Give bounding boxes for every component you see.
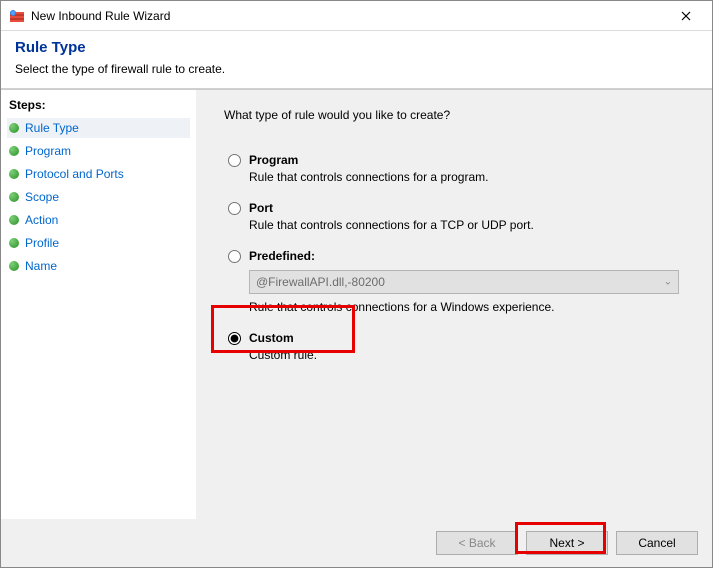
step-bullet-icon — [9, 238, 19, 248]
chevron-down-icon: ⌄ — [664, 277, 672, 288]
step-label: Rule Type — [25, 121, 79, 135]
option-title: Program — [249, 152, 688, 168]
step-bullet-icon — [9, 215, 19, 225]
titlebar: New Inbound Rule Wizard — [1, 1, 712, 31]
wizard-body: Steps: Rule Type Program Protocol and Po… — [1, 89, 712, 519]
back-button: < Back — [436, 531, 518, 555]
option-desc: Rule that controls connections for a Win… — [249, 300, 688, 314]
wizard-content: What type of rule would you like to crea… — [196, 90, 712, 519]
steps-sidebar: Steps: Rule Type Program Protocol and Po… — [1, 90, 196, 519]
step-label: Program — [25, 144, 71, 158]
option-predefined[interactable]: Predefined: @FirewallAPI.dll,-80200 ⌄ Ru… — [224, 246, 692, 316]
option-desc: Custom rule. — [249, 348, 688, 362]
option-desc: Rule that controls connections for a pro… — [249, 170, 688, 184]
option-title: Predefined: — [249, 248, 688, 264]
window-title: New Inbound Rule Wizard — [31, 9, 664, 23]
wizard-footer: < Back Next > Cancel — [1, 519, 712, 567]
option-port[interactable]: Port Rule that controls connections for … — [224, 198, 692, 234]
predefined-combobox[interactable]: @FirewallAPI.dll,-80200 ⌄ — [249, 270, 679, 294]
option-title: Port — [249, 200, 688, 216]
combo-value: @FirewallAPI.dll,-80200 — [256, 275, 385, 289]
radio-custom[interactable] — [228, 332, 241, 345]
option-custom[interactable]: Custom Custom rule. — [224, 328, 692, 364]
cancel-button[interactable]: Cancel — [616, 531, 698, 555]
step-program[interactable]: Program — [7, 141, 190, 161]
firewall-icon — [9, 8, 25, 24]
step-label: Action — [25, 213, 58, 227]
page-title: Rule Type — [15, 39, 698, 56]
next-button[interactable]: Next > — [526, 531, 608, 555]
option-program[interactable]: Program Rule that controls connections f… — [224, 150, 692, 186]
rule-type-options: Program Rule that controls connections f… — [224, 150, 692, 364]
step-bullet-icon — [9, 261, 19, 271]
step-profile[interactable]: Profile — [7, 233, 190, 253]
wizard-window: New Inbound Rule Wizard Rule Type Select… — [0, 0, 713, 568]
step-bullet-icon — [9, 169, 19, 179]
step-label: Profile — [25, 236, 59, 250]
step-label: Protocol and Ports — [25, 167, 124, 181]
option-title: Custom — [249, 330, 688, 346]
step-bullet-icon — [9, 123, 19, 133]
radio-port[interactable] — [228, 202, 241, 215]
radio-predefined[interactable] — [228, 250, 241, 263]
question-text: What type of rule would you like to crea… — [224, 108, 692, 122]
steps-heading: Steps: — [9, 98, 190, 112]
step-rule-type[interactable]: Rule Type — [7, 118, 190, 138]
step-label: Name — [25, 259, 57, 273]
radio-program[interactable] — [228, 154, 241, 167]
option-desc: Rule that controls connections for a TCP… — [249, 218, 688, 232]
close-button[interactable] — [664, 2, 708, 30]
step-protocol-ports[interactable]: Protocol and Ports — [7, 164, 190, 184]
step-name[interactable]: Name — [7, 256, 190, 276]
step-action[interactable]: Action — [7, 210, 190, 230]
step-bullet-icon — [9, 192, 19, 202]
step-scope[interactable]: Scope — [7, 187, 190, 207]
step-bullet-icon — [9, 146, 19, 156]
step-label: Scope — [25, 190, 59, 204]
wizard-header: Rule Type Select the type of firewall ru… — [1, 31, 712, 88]
page-subtitle: Select the type of firewall rule to crea… — [15, 62, 698, 76]
